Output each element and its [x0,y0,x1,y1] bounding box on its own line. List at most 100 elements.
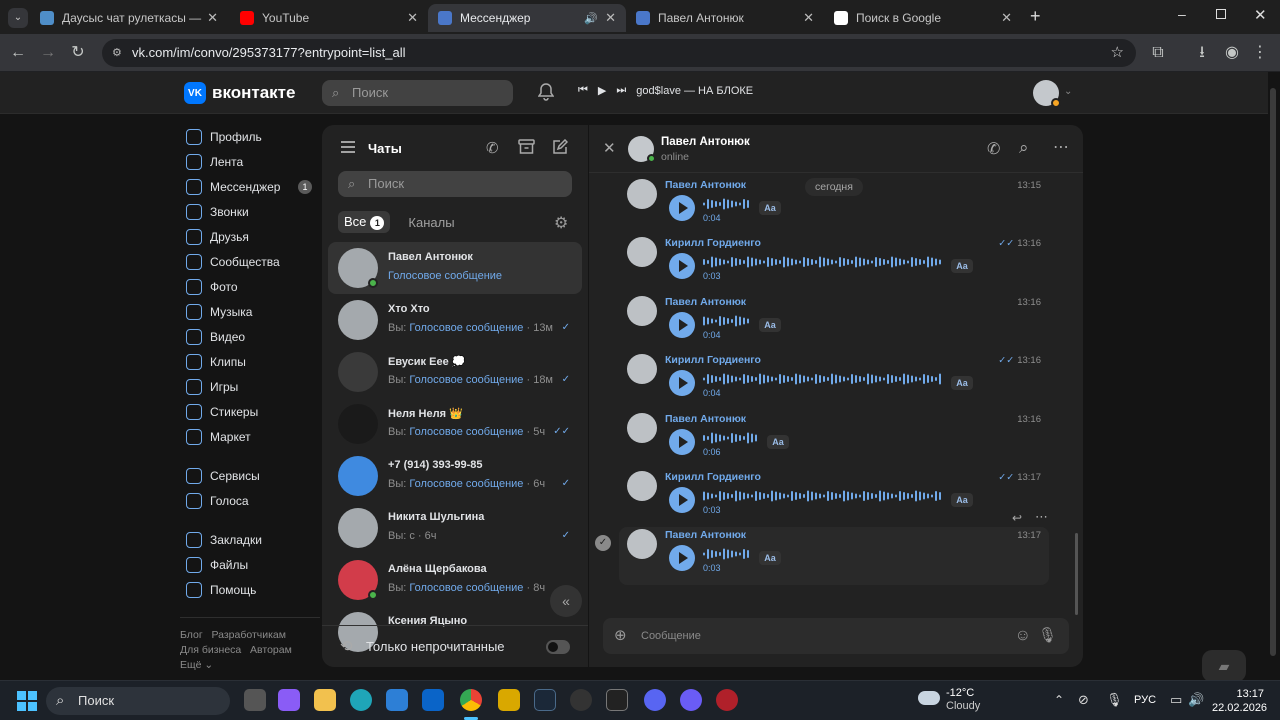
chat-list-item[interactable]: Хто Хто Вы: Голосовое сообщение · 13м ✓ [328,294,582,346]
chat-list-item[interactable]: Павел Антонюк Голосовое сообщение [328,242,582,294]
close-window-icon[interactable]: ✕ [1254,6,1267,24]
message-sender[interactable]: Павел Антонюк [665,529,746,541]
show-hidden-icons-icon[interactable]: ⌃ [1054,693,1064,707]
chat-list-item[interactable]: Алёна Щербакова Вы: Голосовое сообщение ·… [328,554,582,606]
call-icon[interactable]: ✆ [987,139,1000,159]
clock[interactable]: 13:17 22.02.2026 [1212,687,1267,715]
voice-message[interactable]: Павел Антонюк 13:16 0:06 Aa [619,411,1049,469]
file-explorer-icon[interactable] [314,689,336,711]
profile-icon[interactable]: ◉ [1222,43,1242,63]
browser-tab[interactable]: Поиск в Google ✕ [824,4,1022,32]
maximize-icon[interactable] [1216,9,1226,19]
menu-item[interactable]: Музыка [180,299,320,324]
tab-close-icon[interactable]: ✕ [1001,10,1012,26]
menu-item[interactable]: Клипы [180,349,320,374]
discord-icon[interactable] [644,689,666,711]
chat-list-item[interactable]: Неля Неля 👑 Вы: Голосовое сообщение · 5ч ✓… [328,398,582,450]
emoji-icon[interactable]: ☺ [1015,618,1031,654]
media-app-icon[interactable] [570,689,592,711]
transcribe-button[interactable]: Aa [767,434,789,449]
browser-menu-icon[interactable]: ⋮ [1250,43,1270,63]
collapse-panel-button[interactable]: « [550,585,582,617]
voice-waveform[interactable] [703,314,751,328]
play-voice-button[interactable] [669,311,695,338]
address-bar[interactable]: ⚙ vk.com/im/convo/295373177?entrypoint=l… [102,39,1136,67]
new-call-icon[interactable]: ✆ [486,139,499,157]
microphone-icon[interactable]: 🎙 [1038,618,1057,654]
transcribe-button[interactable]: Aa [951,259,973,274]
tab-close-icon[interactable]: ✕ [207,10,218,26]
voice-waveform[interactable] [703,372,943,386]
now-playing[interactable]: god$lave — НА БЛОКЕ [636,85,753,97]
message-sender[interactable]: Кирилл Гордиенго [665,354,761,366]
play-track-icon[interactable]: ▶ [598,84,606,97]
tab-close-icon[interactable]: ✕ [407,10,418,26]
menu-item[interactable]: Лента [180,149,320,174]
network-off-icon[interactable]: ⊘ [1078,692,1089,708]
copilot-app-icon[interactable] [278,689,300,711]
chat-list-item[interactable]: Никита Шульгина Вы: с · 6ч ✓ [328,502,582,554]
message-input[interactable]: ⊕ Сообщение ☺ 🎙 [603,618,1069,654]
vk-logo[interactable]: VK вконтакте [184,82,295,104]
tab-audio-icon[interactable]: 🔊 [584,12,598,25]
weather-widget[interactable]: -12°C Cloudy [946,687,980,713]
tab-close-icon[interactable]: ✕ [605,10,616,26]
back-icon[interactable]: ← [8,43,28,63]
epic-games-icon[interactable] [606,689,628,711]
menu-item[interactable]: Видео [180,324,320,349]
play-voice-button[interactable] [669,428,695,455]
tab-close-icon[interactable]: ✕ [803,10,814,26]
extensions-icon[interactable]: ⧉ [1148,43,1168,63]
microsoft-store-icon[interactable] [386,689,408,711]
voice-waveform[interactable] [703,489,943,503]
reload-icon[interactable]: ↻ [68,43,88,63]
transcribe-button[interactable]: Aa [759,201,781,215]
menu-item[interactable]: Профиль [180,124,320,149]
footer-link-blog[interactable]: Блог [180,629,203,641]
menu-item[interactable]: Сервисы [180,463,320,488]
user-avatar[interactable] [1033,80,1061,108]
input-language[interactable]: РУС [1134,694,1156,706]
play-voice-button[interactable] [669,545,695,572]
archive-icon[interactable] [518,139,535,155]
menu-item[interactable]: Друзья [180,224,320,249]
voice-message[interactable]: Павел Антонюк 13:17 0:03 Aa [619,527,1049,586]
voice-waveform[interactable] [703,431,759,445]
menu-item[interactable]: Игры [180,374,320,399]
floating-chat-button[interactable]: ▰ [1202,650,1246,682]
tab-list-icon[interactable]: ⌄ [8,8,28,28]
chrome-browser-icon[interactable] [460,689,482,711]
forward-icon[interactable]: → [38,43,58,63]
steam-icon[interactable] [534,689,556,711]
play-voice-button[interactable] [669,195,695,221]
scrollbar-thumb[interactable] [1075,533,1078,615]
menu-item[interactable]: Голоса [180,488,320,513]
menu-item[interactable]: Мессенджер 1 [180,174,320,199]
download-icon[interactable]: ⭳ [1192,43,1212,63]
chat-settings-gear-icon[interactable]: ⚙ [554,213,568,233]
transcribe-button[interactable]: Aa [759,551,781,566]
message-avatar[interactable] [627,295,657,326]
page-scrollbar[interactable] [1270,88,1276,656]
footer-link-biz[interactable]: Для бизнеса [180,644,241,656]
reply-icon[interactable]: ↩ [1012,511,1022,525]
message-avatar[interactable] [627,412,657,443]
menu-item[interactable]: Сообщества [180,249,320,274]
message-sender[interactable]: Павел Антонюк [665,179,746,191]
menu-item[interactable]: Закладки [180,527,320,552]
browser-tab[interactable]: Даусыс чат рулеткасы — Nekto ✕ [30,4,228,32]
transcribe-button[interactable]: Aa [951,376,973,391]
contact-avatar[interactable] [628,136,656,163]
transcribe-button[interactable]: Aa [759,317,781,332]
voice-waveform[interactable] [703,547,751,561]
message-sender[interactable]: Кирилл Гордиенго [665,471,761,483]
prev-track-icon[interactable]: ⏮ [578,84,588,97]
message-avatar[interactable] [627,354,657,385]
more-options-icon[interactable]: ⋯ [1053,137,1069,157]
voice-message[interactable]: Кирилл Гордиенго ✓✓ 13:16 0:04 Aa [619,352,1049,410]
site-info-icon[interactable]: ⚙ [112,39,122,67]
browser-tab[interactable]: Мессенджер 🔊 ✕ [428,4,626,32]
footer-link-more[interactable]: Ещё ⌄ [180,659,213,671]
footer-link-dev[interactable]: Разработчикам [211,629,286,641]
transcribe-button[interactable]: Aa [951,493,973,507]
